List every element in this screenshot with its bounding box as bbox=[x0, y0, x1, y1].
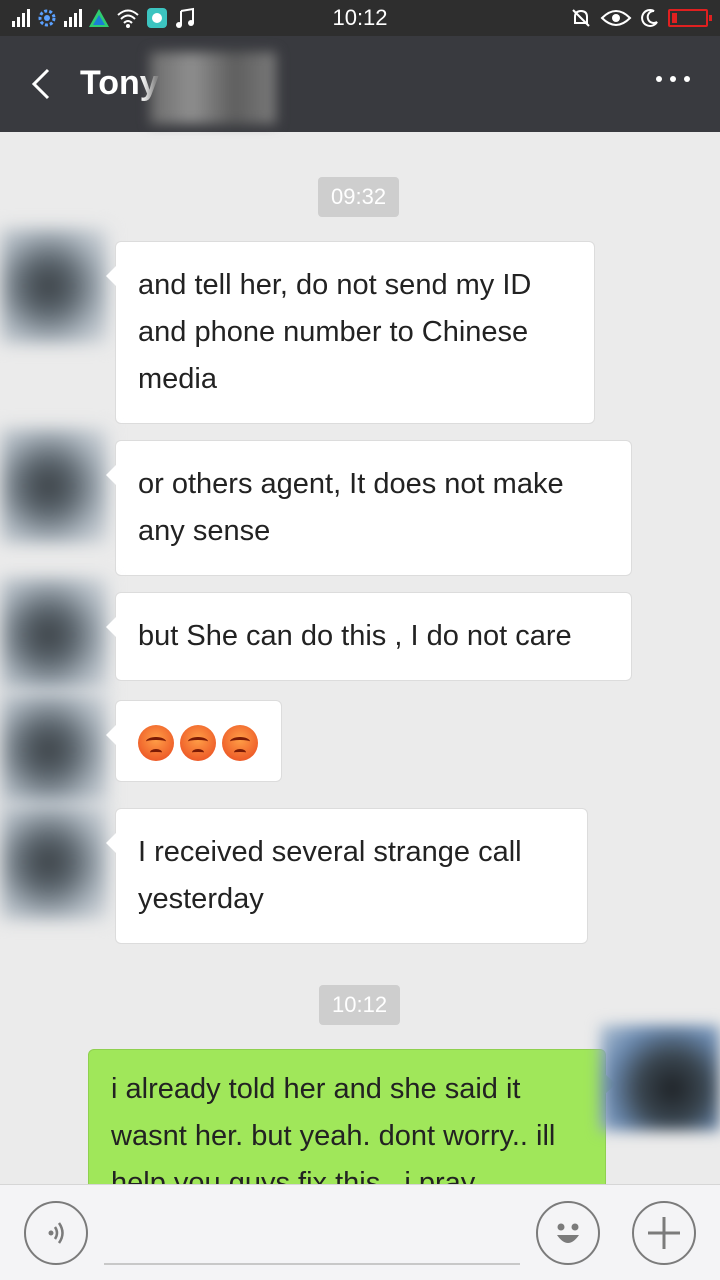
timestamp: 10:12 bbox=[319, 985, 401, 1025]
chevron-left-icon[interactable] bbox=[22, 64, 62, 104]
more-dots-icon[interactable] bbox=[656, 76, 690, 82]
mute-bell-icon bbox=[572, 9, 590, 27]
chat-area[interactable]: 09:32 and tell her, do not send my ID an… bbox=[0, 132, 720, 1184]
avatar[interactable] bbox=[0, 228, 108, 344]
smiley-icon[interactable] bbox=[536, 1201, 600, 1265]
message-input[interactable] bbox=[104, 1263, 520, 1265]
avatar[interactable] bbox=[0, 692, 108, 808]
status-bar: 10:12 bbox=[0, 0, 720, 36]
voice-icon[interactable] bbox=[24, 1201, 88, 1265]
plus-icon[interactable] bbox=[632, 1201, 696, 1265]
status-icons-right bbox=[570, 6, 712, 30]
eye-icon bbox=[600, 10, 632, 26]
input-bar bbox=[0, 1184, 720, 1280]
my-avatar[interactable] bbox=[600, 1025, 720, 1131]
moon-icon bbox=[641, 9, 658, 27]
emoji-message-bubble[interactable] bbox=[106, 700, 282, 782]
message-bubble[interactable]: I received several strange call yesterda… bbox=[106, 808, 588, 944]
avatar[interactable] bbox=[0, 804, 108, 920]
avatar[interactable] bbox=[0, 428, 108, 544]
my-message-bubble[interactable]: i already told her and she said it wasnt… bbox=[88, 1049, 616, 1184]
message-bubble[interactable]: or others agent, It does not make any se… bbox=[106, 440, 632, 576]
redacted-name-blur bbox=[150, 52, 276, 124]
avatar[interactable] bbox=[0, 577, 108, 693]
angry-face-emoji bbox=[138, 725, 174, 761]
message-bubble[interactable]: and tell her, do not send my ID and phon… bbox=[106, 241, 595, 424]
chat-title: Tony bbox=[80, 64, 159, 102]
chat-header: Tony bbox=[0, 36, 720, 132]
angry-face-emoji bbox=[180, 725, 216, 761]
battery-low-icon bbox=[668, 9, 712, 27]
angry-face-emoji bbox=[222, 725, 258, 761]
message-bubble[interactable]: but She can do this , I do not care bbox=[106, 592, 632, 681]
timestamp: 09:32 bbox=[318, 177, 400, 217]
